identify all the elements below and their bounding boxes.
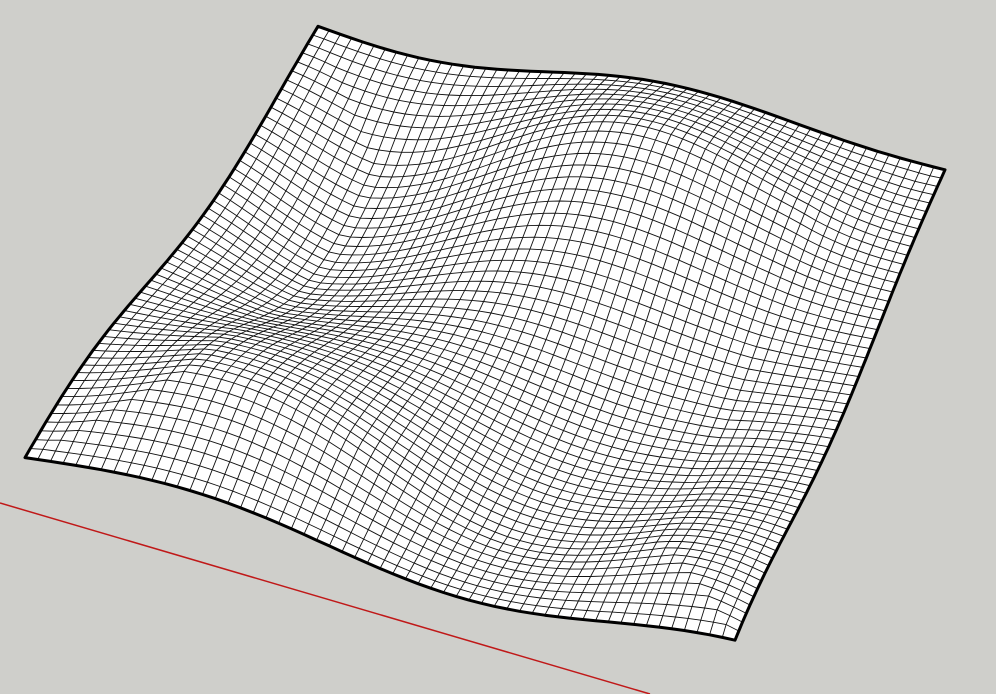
- modeling-viewport[interactable]: [0, 0, 996, 694]
- scene-canvas[interactable]: [0, 0, 996, 694]
- mesh-surface[interactable]: [23, 24, 947, 642]
